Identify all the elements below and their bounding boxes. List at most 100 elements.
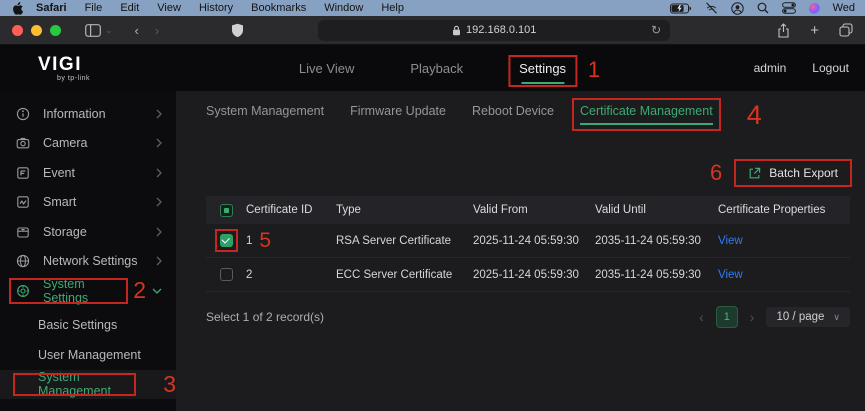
username[interactable]: admin: [754, 61, 787, 75]
new-tab-icon[interactable]: +: [810, 23, 819, 38]
sidebar-item-network-settings[interactable]: Network Settings: [0, 247, 176, 277]
tab-overview-icon[interactable]: [839, 23, 853, 37]
forward-button[interactable]: ›: [155, 23, 159, 38]
menubar-clock[interactable]: Wed: [833, 2, 855, 14]
sidebar-item-system-settings[interactable]: System Settings 2: [0, 276, 176, 306]
user-area: admin Logout: [754, 61, 849, 75]
certificate-id-value: 1: [246, 234, 253, 247]
select-all-checkbox[interactable]: [219, 203, 233, 217]
sidebar-item-label: Event: [43, 165, 75, 180]
tab-firmware-update[interactable]: Firmware Update: [350, 104, 446, 125]
table-toolbar: 6 Batch Export: [206, 158, 852, 188]
annotation-number-1: 1: [587, 56, 601, 82]
menubar-status-area: Wed: [669, 1, 855, 15]
close-window-button[interactable]: [12, 24, 23, 36]
battery-icon[interactable]: [669, 3, 692, 14]
logo-text: VIGI: [37, 53, 82, 75]
menubar-item-view[interactable]: View: [148, 2, 190, 14]
reload-icon[interactable]: ↻: [651, 23, 661, 37]
minimize-window-button[interactable]: [31, 24, 42, 36]
nav-settings-label: Settings: [519, 60, 567, 76]
macos-menubar: Safari File Edit View History Bookmarks …: [0, 0, 865, 16]
hotspot-off-icon[interactable]: [705, 2, 718, 14]
screen: Safari File Edit View History Bookmarks …: [0, 0, 865, 411]
sidebar-subitem-system-management[interactable]: System Management 3: [0, 369, 176, 399]
sidebar-item-label: Storage: [43, 224, 87, 239]
table-row: 2 ECC Server Certificate 2025-11-24 05:5…: [206, 258, 850, 292]
sidebar-item-information[interactable]: Information: [0, 99, 176, 129]
prev-page-icon[interactable]: ‹: [699, 309, 704, 325]
page-size-select[interactable]: 10 / page ∨: [766, 307, 850, 327]
user-account-icon[interactable]: [730, 1, 744, 15]
tab-system-management[interactable]: System Management: [206, 104, 324, 125]
sidebar-item-label: System Settings: [42, 276, 89, 305]
chevron-right-icon: [156, 138, 162, 148]
tab-certificate-management[interactable]: Certificate Management: [571, 98, 721, 131]
address-bar[interactable]: 192.168.0.101 ↻: [318, 19, 671, 41]
safari-toolbar: ⌄ ‹ › 192.168.0.101 ↻ +: [0, 16, 865, 45]
export-icon: [748, 167, 761, 180]
annotation-number-6: 6: [710, 160, 723, 185]
sidebar-subitem-label: Basic Settings: [38, 318, 118, 333]
menubar-item-edit[interactable]: Edit: [111, 2, 148, 14]
apple-menu-icon[interactable]: [12, 1, 23, 15]
row-checkbox-cell: [206, 229, 246, 252]
maximize-window-button[interactable]: [50, 24, 61, 36]
vigi-logo: VIGI by tp-link: [30, 55, 90, 82]
certificate-type-value: RSA Server Certificate: [336, 234, 452, 247]
menubar-item-window[interactable]: Window: [315, 2, 372, 14]
sidebar-item-label: Camera: [43, 136, 88, 151]
next-page-icon[interactable]: ›: [750, 309, 755, 325]
page-number-button[interactable]: 1: [715, 306, 738, 328]
nav-settings[interactable]: Settings 1: [508, 54, 600, 87]
page-body: Information Camera Event Smart Storage N…: [0, 91, 865, 411]
sidebar-subitem-label: User Management: [38, 347, 141, 362]
table-row: 1 5 RSA Server Certificate 2025-11-24 05…: [206, 224, 850, 258]
nav-playback[interactable]: Playback: [410, 61, 463, 76]
lock-icon: [453, 25, 461, 35]
sidebar: Information Camera Event Smart Storage N…: [0, 91, 176, 411]
chevron-right-icon: [156, 227, 162, 237]
view-link[interactable]: View: [718, 269, 850, 281]
sidebar-toggle-icon[interactable]: ⌄: [85, 23, 113, 37]
logout-button[interactable]: Logout: [812, 61, 849, 75]
column-header-valid-until: Valid Until: [595, 204, 646, 216]
sidebar-subitem-basic-settings[interactable]: Basic Settings: [0, 311, 176, 341]
sidebar-item-smart[interactable]: Smart: [0, 188, 176, 218]
sidebar-item-event[interactable]: Event: [0, 158, 176, 188]
sidebar-subitem-user-management[interactable]: User Management: [0, 340, 176, 370]
batch-export-button[interactable]: Batch Export: [734, 159, 852, 187]
row-checkbox[interactable]: [219, 268, 233, 281]
menubar-item-history[interactable]: History: [190, 2, 242, 14]
nav-live-view[interactable]: Live View: [299, 61, 354, 76]
row-checkbox[interactable]: [219, 234, 233, 247]
table-header-row: Certificate ID Type Valid From Valid Unt…: [206, 196, 850, 224]
share-icon[interactable]: [777, 22, 790, 38]
certificate-type-value: ECC Server Certificate: [336, 268, 453, 281]
tab-reboot-device[interactable]: Reboot Device: [472, 104, 554, 125]
nav-active-underline: [521, 81, 565, 84]
menubar-item-bookmarks[interactable]: Bookmarks: [242, 2, 315, 14]
privacy-shield-icon[interactable]: [231, 23, 244, 38]
content-area: System Management Firmware Update Reboot…: [176, 91, 865, 411]
sidebar-item-camera[interactable]: Camera: [0, 129, 176, 159]
sidebar-chevron-icon[interactable]: ⌄: [105, 25, 113, 36]
window-controls: [12, 24, 61, 36]
siri-icon[interactable]: [808, 2, 820, 14]
menubar-item-help[interactable]: Help: [372, 2, 413, 14]
view-link[interactable]: View: [718, 235, 850, 247]
sidebar-item-label: Smart: [43, 195, 77, 210]
sidebar-item-storage[interactable]: Storage: [0, 217, 176, 247]
menubar-item-safari[interactable]: Safari: [27, 2, 76, 14]
back-button[interactable]: ‹: [135, 23, 139, 38]
batch-export-label: Batch Export: [769, 166, 838, 180]
annotation-number-4: 4: [746, 100, 762, 130]
smart-icon: [16, 195, 31, 209]
menubar-item-file[interactable]: File: [76, 2, 112, 14]
row-checkbox-cell: [206, 268, 246, 281]
control-center-icon[interactable]: [781, 2, 796, 14]
spotlight-icon[interactable]: [757, 2, 769, 14]
chevron-right-icon: [156, 197, 162, 207]
chevron-right-icon: [156, 109, 162, 119]
pagination: ‹ 1 › 10 / page ∨: [699, 306, 850, 328]
